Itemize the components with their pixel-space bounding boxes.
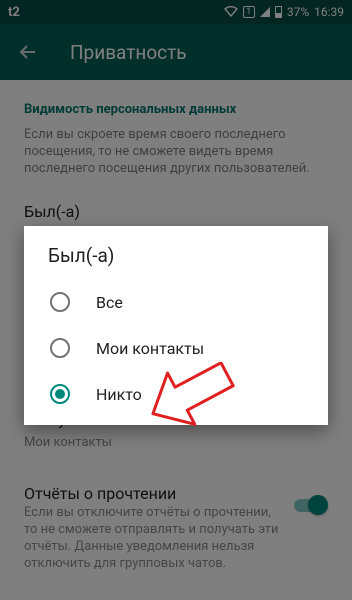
option-everyone[interactable]: Все: [24, 278, 328, 326]
option-label: Никто: [96, 384, 142, 404]
radio-unchecked-icon[interactable]: [50, 292, 70, 312]
option-label: Все: [96, 292, 123, 312]
option-label: Мои контакты: [96, 338, 205, 358]
dialog-title: Был(-а): [48, 244, 115, 267]
radio-checked-icon[interactable]: [50, 384, 70, 404]
radio-unchecked-icon[interactable]: [50, 338, 70, 358]
annotation-arrow-icon: [151, 362, 235, 426]
